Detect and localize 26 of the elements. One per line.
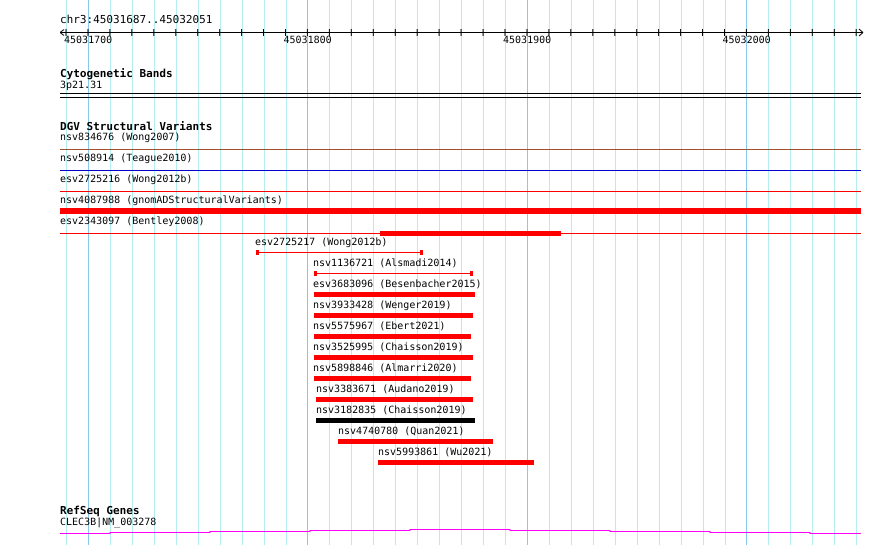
variant-label: nsv5993861 (Wu2021) [378,448,492,458]
variant-label: nsv4087988 (gnomADStructuralVariants) [60,196,283,206]
track-title: RefSeq Genes [60,505,140,517]
variant-label: nsv5898846 (Almarri2020) [313,364,458,374]
variant-label: nsv5575967 (Ebert2021) [313,322,446,332]
ruler-label: 45032000 [722,35,771,47]
location-label: chr3:45031687..45032051 [60,14,212,26]
variant-label: nsv3525995 (Chaisson2019) [313,343,464,353]
variant-label: nsv508914 (Teague2010) [60,154,192,164]
variant-label: esv2725216 (Wong2012b) [60,175,192,185]
variant-label: esv2725217 (Wong2012b) [255,238,388,248]
ruler-label: 45031900 [503,35,552,47]
variant-label: nsv3383671 (Audano2019) [316,385,454,395]
ruler-label: 45031700 [64,35,112,47]
variant-label: nsv3182835 (Chaisson2019) [316,406,467,416]
gene-label: CLEC3B|NM_003278 [60,517,156,529]
band-label: 3p21.31 [60,80,102,92]
ruler-label: 45031800 [284,35,332,47]
variant-label: nsv4740780 (Quan2021) [338,427,464,437]
variant-label: nsv3933428 (Wenger2019) [313,301,452,311]
track-title: DGV Structural Variants [60,121,212,133]
variant-label: esv2343097 (Bentley2008) [60,217,204,227]
variant-label: nsv1136721 (Alsmadi2014) [313,259,458,269]
variant-label: nsv834676 (Wong2007) [60,133,180,143]
variant-label: esv3683096 (Besenbacher2015) [313,280,482,290]
track-title: Cytogenetic Bands [60,68,173,80]
